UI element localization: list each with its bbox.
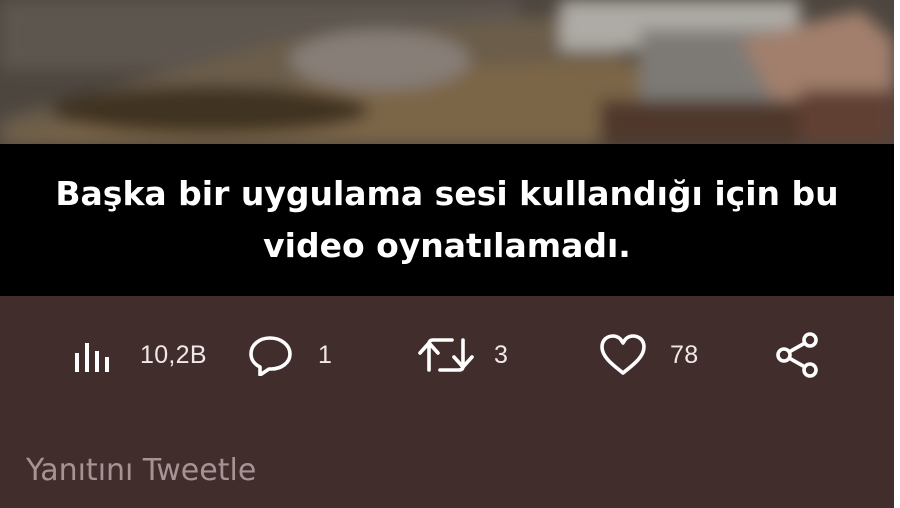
retweet-count: 3: [494, 340, 509, 369]
video-thumbnail: [0, 0, 894, 144]
share-action[interactable]: [774, 326, 822, 384]
views-count: 10,2B: [140, 340, 207, 369]
reply-input[interactable]: Yanıtını Tweetle: [0, 440, 894, 500]
views-chart-icon: [75, 343, 109, 372]
comment-bubble-icon: [249, 336, 292, 376]
retweet-icon: [418, 338, 474, 372]
reply-count: 1: [318, 340, 333, 369]
video-error-message: Başka bir uygulama sesi kullandığı için …: [55, 174, 839, 265]
scroll-edge: [894, 0, 900, 508]
share-icon: [776, 332, 818, 378]
reply-action[interactable]: 1: [248, 326, 332, 384]
tweet-action-bar: 10,2B 1 3 78: [0, 326, 894, 384]
video-player[interactable]: Başka bir uygulama sesi kullandığı için …: [0, 0, 894, 296]
heart-icon: [600, 334, 646, 375]
reply-placeholder: Yanıtını Tweetle: [26, 452, 257, 488]
retweet-action[interactable]: 3: [418, 326, 508, 384]
video-frame[interactable]: [0, 0, 894, 144]
video-error-overlay: Başka bir uygulama sesi kullandığı için …: [0, 144, 894, 296]
views-action[interactable]: 10,2B: [74, 326, 207, 384]
tweet-media-screen: Başka bir uygulama sesi kullandığı için …: [0, 0, 900, 508]
like-action[interactable]: 78: [598, 326, 698, 384]
like-count: 78: [670, 340, 699, 369]
